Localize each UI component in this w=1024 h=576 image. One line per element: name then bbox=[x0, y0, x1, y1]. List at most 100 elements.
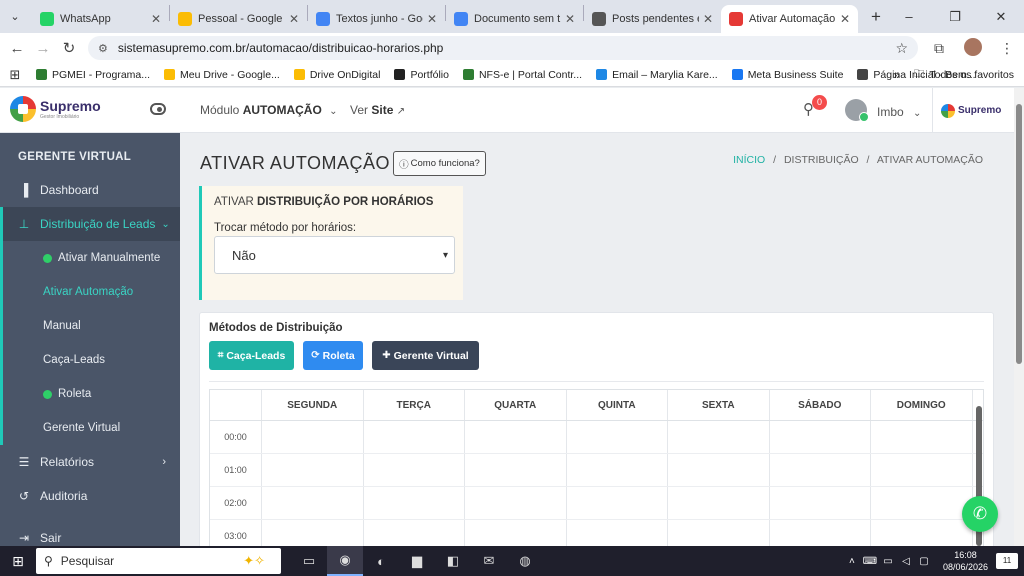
schedule-slot-cell[interactable] bbox=[770, 520, 871, 546]
schedule-slot-cell[interactable] bbox=[567, 487, 668, 519]
close-window-icon[interactable]: ✕ bbox=[978, 0, 1024, 33]
sidebar-subitem[interactable]: Manual bbox=[0, 309, 180, 343]
breadcrumb-home[interactable]: INÍCIO bbox=[733, 154, 765, 166]
schedule-slot-cell[interactable] bbox=[262, 421, 364, 453]
schedule-slot-cell[interactable] bbox=[262, 487, 364, 519]
schedule-slot-cell[interactable] bbox=[364, 520, 465, 546]
chevron-up-icon[interactable]: ˄ bbox=[843, 556, 861, 567]
schedule-slot-cell[interactable] bbox=[668, 421, 770, 453]
schedule-slot-cell[interactable] bbox=[770, 487, 871, 519]
close-tab-icon[interactable]: ✕ bbox=[565, 12, 575, 26]
volume-icon[interactable]: ◁ bbox=[897, 556, 915, 567]
schedule-slot-cell[interactable] bbox=[465, 487, 567, 519]
close-tab-icon[interactable]: ✕ bbox=[289, 12, 299, 26]
schedule-slot-cell[interactable] bbox=[364, 487, 465, 519]
restore-icon[interactable]: ❐ bbox=[932, 0, 978, 33]
page-scrollbar-thumb[interactable] bbox=[1016, 104, 1022, 364]
close-tab-icon[interactable]: ✕ bbox=[427, 12, 437, 26]
bookmark-item[interactable]: NFS-e | Portal Contr... bbox=[462, 69, 582, 81]
schedule-slot-cell[interactable] bbox=[668, 454, 770, 486]
url-input[interactable]: ⚙ sistemasupremo.com.br/automacao/distri… bbox=[88, 36, 918, 60]
gerente-virtual-button[interactable]: ✚ Gerente Virtual bbox=[372, 341, 479, 370]
sidebar-subitem[interactable]: Caça-Leads bbox=[0, 343, 180, 377]
task-view-icon[interactable]: ▭ bbox=[291, 546, 327, 576]
breadcrumb-distribuicao[interactable]: DISTRIBUIÇÃO bbox=[784, 154, 859, 166]
sidebar-subitem[interactable]: Gerente Virtual bbox=[0, 411, 180, 445]
schedule-slot-cell[interactable] bbox=[668, 487, 770, 519]
close-tab-icon[interactable]: ✕ bbox=[840, 12, 850, 26]
chrome-app-icon[interactable]: ◉ bbox=[327, 546, 363, 576]
profile-avatar[interactable] bbox=[956, 37, 990, 59]
sidebar-subitem[interactable]: Roleta bbox=[0, 377, 180, 411]
sidebar-item-sair[interactable]: ⇥ Sair bbox=[0, 521, 180, 546]
schedule-slot-cell[interactable] bbox=[871, 421, 973, 453]
bookmark-item[interactable]: Drive OnDigital bbox=[293, 69, 380, 81]
roleta-button[interactable]: ⟳ Roleta bbox=[303, 341, 363, 370]
bookmark-item[interactable]: PGMEI - Programa... bbox=[36, 69, 150, 81]
module-dropdown[interactable]: Módulo AUTOMAÇÃO ⌄ bbox=[200, 103, 338, 117]
browser-tab[interactable]: WhatsApp ✕ bbox=[32, 5, 169, 33]
user-menu[interactable]: Imbo ⌄ bbox=[877, 105, 921, 119]
schedule-slot-cell[interactable] bbox=[465, 421, 567, 453]
browser-tab[interactable]: Pessoal - Google Drive ✕ bbox=[170, 5, 307, 33]
browser-tab[interactable]: Ativar Automação - D ✕ bbox=[721, 5, 858, 33]
all-bookmarks-folder[interactable]: 🗀 Todos os favoritos bbox=[914, 66, 1014, 84]
browser-tab[interactable]: Posts pendentes em ✕ bbox=[584, 5, 721, 33]
whatsapp-float-button[interactable]: ✆ bbox=[962, 496, 998, 532]
schedule-slot-cell[interactable] bbox=[871, 487, 973, 519]
file-explorer-icon[interactable]: ▆ bbox=[399, 546, 435, 576]
sidebar-toggle-icon[interactable] bbox=[150, 103, 166, 115]
schedule-slot-cell[interactable] bbox=[770, 421, 871, 453]
browser-tab[interactable]: Textos junho - Google Docs ✕ bbox=[308, 5, 445, 33]
extensions-icon[interactable]: ⧉ bbox=[922, 40, 956, 57]
apps-grid-icon[interactable]: ⊞ bbox=[0, 67, 30, 83]
user-avatar[interactable] bbox=[845, 99, 869, 122]
paint-app-icon[interactable]: ◐ bbox=[363, 546, 399, 576]
schedule-slot-cell[interactable] bbox=[770, 454, 871, 486]
close-tab-icon[interactable]: ✕ bbox=[703, 12, 713, 26]
close-tab-icon[interactable]: ✕ bbox=[151, 12, 161, 26]
schedule-slot-cell[interactable] bbox=[871, 454, 973, 486]
device-icon[interactable]: ⌨ bbox=[861, 556, 879, 567]
battery-icon[interactable]: ▭ bbox=[879, 556, 897, 567]
schedule-slot-cell[interactable] bbox=[668, 520, 770, 546]
bookmark-item[interactable]: Meu Drive - Google... bbox=[164, 69, 280, 81]
bookmark-item[interactable]: Email – Marylia Kare... bbox=[596, 69, 718, 81]
schedule-slot-cell[interactable] bbox=[262, 520, 364, 546]
outlook-app-icon[interactable]: ✉ bbox=[471, 546, 507, 576]
schedule-slot-cell[interactable] bbox=[262, 454, 364, 486]
schedule-slot-cell[interactable] bbox=[465, 454, 567, 486]
schedule-slot-cell[interactable] bbox=[567, 454, 668, 486]
sidebar-item-relatorios[interactable]: ☰ Relatórios › bbox=[0, 445, 180, 479]
sidebar-subitem[interactable]: Ativar Manualmente bbox=[0, 241, 180, 275]
forward-icon[interactable]: → bbox=[30, 40, 56, 57]
windows-start-icon[interactable]: ⊞ bbox=[0, 553, 36, 570]
schedule-slot-cell[interactable] bbox=[567, 421, 668, 453]
caca-leads-button[interactable]: ⌗ Caça-Leads bbox=[209, 341, 294, 370]
network-icon[interactable]: ▢ bbox=[915, 556, 933, 567]
site-info-icon[interactable]: ⚙ bbox=[98, 42, 108, 55]
system-clock[interactable]: 16:08 08/06/2026 bbox=[943, 549, 988, 573]
bookmark-item[interactable]: Meta Business Suite bbox=[731, 69, 843, 81]
bookmark-star-icon[interactable]: ☆ bbox=[895, 40, 908, 57]
page-scrollbar[interactable] bbox=[1014, 88, 1024, 546]
sidebar-subitem[interactable]: Ativar Automação bbox=[0, 275, 180, 309]
taskbar-search[interactable]: ⚲ Pesquisar ✦✧ bbox=[36, 548, 281, 574]
back-icon[interactable]: ← bbox=[4, 40, 30, 57]
browser-menu-icon[interactable]: ⋮ bbox=[990, 40, 1024, 57]
browser-tab[interactable]: Documento sem título ✕ bbox=[446, 5, 583, 33]
method-select[interactable]: Não ▾ bbox=[214, 236, 455, 274]
view-site-link[interactable]: Ver Site ↗ bbox=[350, 103, 405, 117]
sidebar-item-dashboard[interactable]: ▐ Dashboard bbox=[0, 173, 180, 207]
sidebar-item-distribuicao[interactable]: ⊥ Distribuição de Leads ⌄ bbox=[0, 207, 180, 241]
notes-app-icon[interactable]: ◧ bbox=[435, 546, 471, 576]
schedule-slot-cell[interactable] bbox=[465, 520, 567, 546]
schedule-slot-cell[interactable] bbox=[364, 421, 465, 453]
app-logo[interactable]: Supremo Gestor Imobiliário bbox=[10, 96, 101, 122]
notification-center[interactable]: 11 bbox=[996, 553, 1018, 569]
new-tab-button[interactable]: + bbox=[866, 7, 886, 27]
reload-icon[interactable]: ↻ bbox=[56, 39, 82, 57]
schedule-slot-cell[interactable] bbox=[567, 520, 668, 546]
minimize-icon[interactable]: – bbox=[886, 0, 932, 33]
bookmarks-more-button[interactable]: » bbox=[893, 68, 900, 82]
